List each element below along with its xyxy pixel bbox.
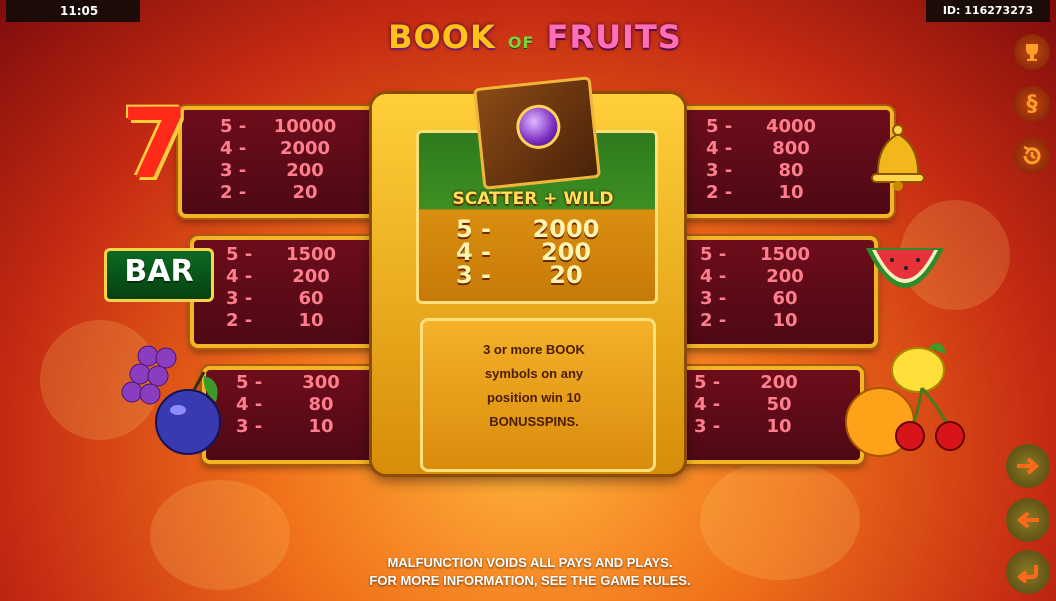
logo-word-fruits: FRUITS (546, 18, 682, 56)
pay-row: 4 -2000 (220, 138, 331, 159)
bar-symbol-icon: BAR (104, 248, 214, 302)
pay-row: 5 -1500 (700, 244, 811, 265)
book-symbol-icon (472, 76, 602, 190)
scatter-paytable: 5 -2000 4 -200 3 -20 (456, 217, 606, 289)
paytable-bell: 5 -4000 4 -800 3 -80 2 -10 (706, 116, 826, 204)
logo-word-book: BOOK (388, 18, 496, 56)
pay-row: 2 -10 (700, 310, 798, 331)
pay-row: 4 -50 (694, 394, 792, 415)
trophy-icon (1026, 44, 1038, 61)
pay-row: 5 -1500 (226, 244, 337, 265)
pay-row: 5 -10000 (220, 116, 337, 137)
pay-row: 3 -60 (226, 288, 324, 309)
pay-row: 5 -4000 (706, 116, 817, 137)
bonus-info-text: 3 or more BOOK symbols on any position w… (483, 342, 585, 429)
arrow-left-icon (1016, 511, 1039, 529)
pay-row: 4 -200 (226, 266, 330, 287)
pay-row: 2 -10 (226, 310, 324, 331)
game-logo: BOOK OF FRUITS (380, 14, 690, 60)
return-icon (1016, 565, 1038, 583)
pay-row: 2 -20 (220, 182, 318, 203)
pay-row: 4 -200 (700, 266, 804, 287)
citrus-cherry-symbol-icon (845, 343, 965, 457)
pay-row: 3 -20 (456, 261, 583, 289)
history-icon (1023, 145, 1041, 165)
disclaimer: MALFUNCTION VOIDS ALL PAYS AND PLAYS. FO… (369, 555, 691, 588)
rules-button[interactable]: § (1014, 86, 1050, 122)
scatter-wild-label: SCATTER + WILD (452, 189, 614, 209)
pay-row: 3 -60 (700, 288, 798, 309)
history-button[interactable] (1014, 138, 1050, 174)
pay-row: 3 -200 (220, 160, 324, 181)
pay-row: 3 -80 (706, 160, 804, 181)
pay-row: 2 -10 (706, 182, 804, 203)
grapes-plum-symbol-icon (121, 345, 221, 455)
paytable-seven: 5 -10000 4 -2000 3 -200 2 -20 (220, 116, 340, 204)
pay-row: 4 -80 (236, 394, 334, 415)
paragraph-icon: § (1026, 91, 1038, 117)
paytable-plum-grapes: 5 -300 4 -80 3 -10 (236, 372, 356, 438)
arrow-right-icon (1017, 457, 1040, 475)
pay-row: 5 -300 (236, 372, 340, 393)
paytable-citrus-cherry: 5 -200 4 -50 3 -10 (694, 372, 814, 438)
bokeh-light (150, 480, 290, 590)
paytable-bar: 5 -1500 4 -200 3 -60 2 -10 (226, 244, 346, 332)
trophy-button[interactable] (1014, 34, 1050, 70)
watermelon-symbol-icon (866, 248, 944, 288)
logo-word-of: OF (507, 33, 535, 52)
pay-row: 3 -10 (694, 416, 792, 437)
next-page-button[interactable] (1006, 444, 1050, 488)
clock: 11:05 (6, 0, 140, 22)
bell-symbol-icon (871, 124, 925, 191)
seven-symbol-icon: 7 (121, 88, 189, 200)
pay-row: 3 -10 (236, 416, 334, 437)
book-gem-icon (514, 102, 563, 152)
session-id: ID: 116273273 (926, 0, 1050, 22)
return-button[interactable] (1006, 550, 1050, 594)
pay-row: 5 -200 (694, 372, 798, 393)
prev-page-button[interactable] (1006, 498, 1050, 542)
paytable-melon: 5 -1500 4 -200 3 -60 2 -10 (700, 244, 820, 332)
pay-row: 4 -800 (706, 138, 810, 159)
